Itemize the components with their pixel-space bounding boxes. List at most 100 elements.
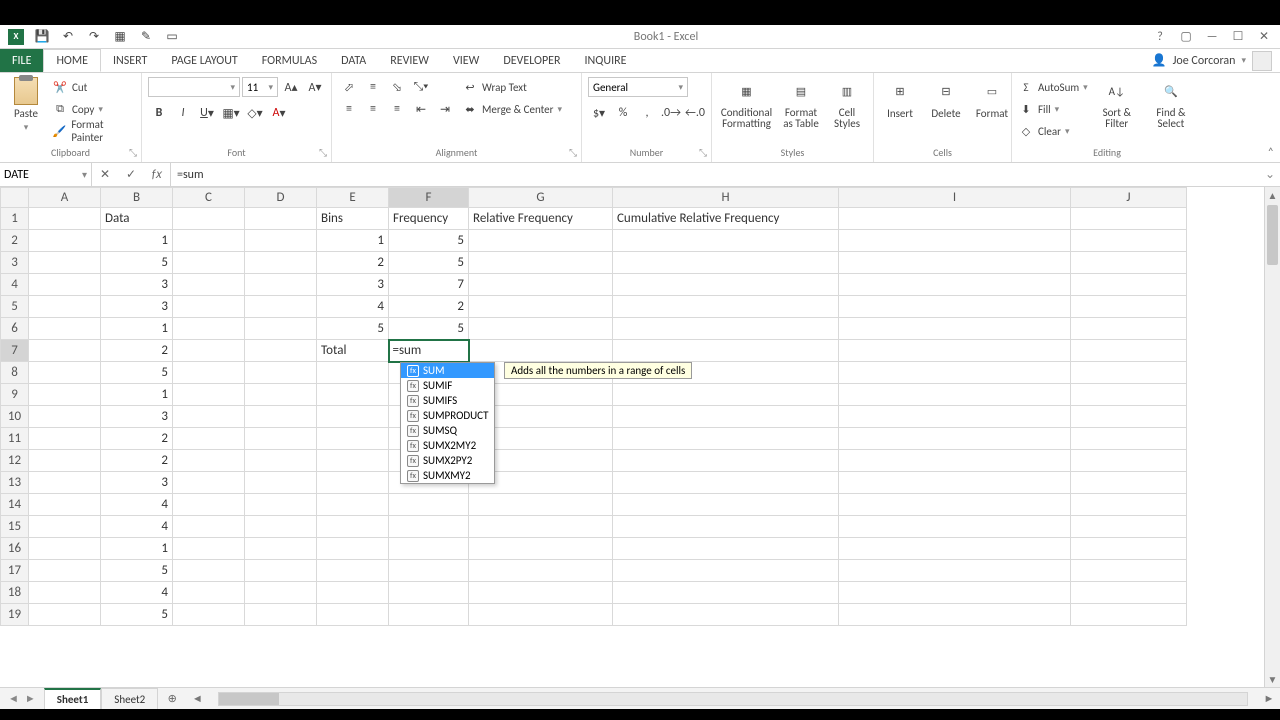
cell-G18[interactable] bbox=[469, 582, 613, 604]
cell-B17[interactable]: 5 bbox=[101, 560, 173, 582]
column-header-G[interactable]: G bbox=[469, 188, 613, 208]
cell-J9[interactable] bbox=[1071, 384, 1187, 406]
wrap-text-button[interactable]: ↩Wrap Text bbox=[462, 77, 562, 97]
tab-developer[interactable]: DEVELOPER bbox=[491, 49, 572, 72]
cell-H19[interactable] bbox=[613, 604, 839, 626]
scroll-thumb[interactable] bbox=[1267, 205, 1278, 265]
cell-J11[interactable] bbox=[1071, 428, 1187, 450]
sheet-tab-sheet2[interactable]: Sheet2 bbox=[101, 688, 158, 709]
cell-A14[interactable] bbox=[29, 494, 101, 516]
fill-color-button[interactable]: ◇▾ bbox=[244, 103, 266, 123]
format-as-table-button[interactable]: ▤Format as Table bbox=[781, 77, 821, 129]
cell-D9[interactable] bbox=[245, 384, 317, 406]
column-header-A[interactable]: A bbox=[29, 188, 101, 208]
cell-D13[interactable] bbox=[245, 472, 317, 494]
cell-E17[interactable] bbox=[317, 560, 389, 582]
cell-H10[interactable] bbox=[613, 406, 839, 428]
cell-I18[interactable] bbox=[839, 582, 1071, 604]
tab-insert[interactable]: INSERT bbox=[101, 49, 159, 72]
cell-I12[interactable] bbox=[839, 450, 1071, 472]
enter-formula-button[interactable]: ✓ bbox=[118, 163, 144, 186]
cell-C5[interactable] bbox=[173, 296, 245, 318]
cell-B18[interactable]: 4 bbox=[101, 582, 173, 604]
underline-button[interactable]: U▾ bbox=[196, 103, 218, 123]
fill-button[interactable]: ⬇Fill▾ bbox=[1018, 99, 1088, 119]
cell-A1[interactable] bbox=[29, 208, 101, 230]
cell-G14[interactable] bbox=[469, 494, 613, 516]
increase-font-button[interactable]: A▴ bbox=[280, 77, 302, 97]
row-header-1[interactable]: 1 bbox=[1, 208, 29, 230]
horizontal-scrollbar[interactable] bbox=[218, 692, 1248, 706]
cell-I14[interactable] bbox=[839, 494, 1071, 516]
hscroll-right-button[interactable]: ► bbox=[1262, 692, 1276, 705]
format-painter-button[interactable]: 🖌️Format Painter bbox=[52, 121, 135, 141]
cell-I2[interactable] bbox=[839, 230, 1071, 252]
align-top-button[interactable]: ⬀ bbox=[338, 77, 360, 97]
row-header-15[interactable]: 15 bbox=[1, 516, 29, 538]
cell-D1[interactable] bbox=[245, 208, 317, 230]
insert-function-button[interactable]: f𝑥 bbox=[144, 163, 170, 186]
tab-page-layout[interactable]: PAGE LAYOUT bbox=[159, 49, 249, 72]
percent-format-button[interactable]: % bbox=[612, 103, 634, 123]
cell-B2[interactable]: 1 bbox=[101, 230, 173, 252]
row-header-13[interactable]: 13 bbox=[1, 472, 29, 494]
cell-D7[interactable] bbox=[245, 340, 317, 362]
row-header-10[interactable]: 10 bbox=[1, 406, 29, 428]
cell-H4[interactable] bbox=[613, 274, 839, 296]
font-launcher[interactable]: ⤡ bbox=[317, 146, 329, 158]
cell-B9[interactable]: 1 bbox=[101, 384, 173, 406]
cell-H7[interactable] bbox=[613, 340, 839, 362]
cell-J17[interactable] bbox=[1071, 560, 1187, 582]
cell-J19[interactable] bbox=[1071, 604, 1187, 626]
cell-H9[interactable] bbox=[613, 384, 839, 406]
find-select-button[interactable]: 🔍Find & Select bbox=[1146, 77, 1196, 129]
increase-indent-button[interactable]: ⇥ bbox=[434, 99, 456, 119]
scroll-up-button[interactable]: ▲ bbox=[1265, 187, 1280, 203]
cell-C9[interactable] bbox=[173, 384, 245, 406]
cell-B15[interactable]: 4 bbox=[101, 516, 173, 538]
cell-C6[interactable] bbox=[173, 318, 245, 340]
alignment-launcher[interactable]: ⤡ bbox=[567, 146, 579, 158]
cell-I11[interactable] bbox=[839, 428, 1071, 450]
conditional-formatting-button[interactable]: ▦Conditional Formatting bbox=[718, 77, 775, 129]
cell-E2[interactable]: 1 bbox=[317, 230, 389, 252]
column-header-J[interactable]: J bbox=[1071, 188, 1187, 208]
cell-B12[interactable]: 2 bbox=[101, 450, 173, 472]
cell-E16[interactable] bbox=[317, 538, 389, 560]
cell-C8[interactable] bbox=[173, 362, 245, 384]
cancel-formula-button[interactable]: ✕ bbox=[92, 163, 118, 186]
cell-A16[interactable] bbox=[29, 538, 101, 560]
cell-A5[interactable] bbox=[29, 296, 101, 318]
cell-H6[interactable] bbox=[613, 318, 839, 340]
cell-A8[interactable] bbox=[29, 362, 101, 384]
cell-F6[interactable]: 5 bbox=[389, 318, 469, 340]
autocomplete-item-sumsq[interactable]: fxSUMSQ bbox=[401, 423, 494, 438]
cell-E5[interactable]: 4 bbox=[317, 296, 389, 318]
cell-A9[interactable] bbox=[29, 384, 101, 406]
row-header-8[interactable]: 8 bbox=[1, 362, 29, 384]
sheet-tab-sheet1[interactable]: Sheet1 bbox=[44, 688, 102, 709]
cell-A19[interactable] bbox=[29, 604, 101, 626]
tab-file[interactable]: FILE bbox=[0, 49, 43, 72]
row-header-11[interactable]: 11 bbox=[1, 428, 29, 450]
cell-D10[interactable] bbox=[245, 406, 317, 428]
cell-I3[interactable] bbox=[839, 252, 1071, 274]
row-header-18[interactable]: 18 bbox=[1, 582, 29, 604]
cell-I6[interactable] bbox=[839, 318, 1071, 340]
signed-in-user[interactable]: 👤Joe Corcoran▾ bbox=[1152, 49, 1280, 72]
cell-B5[interactable]: 3 bbox=[101, 296, 173, 318]
cell-J10[interactable] bbox=[1071, 406, 1187, 428]
clipboard-launcher[interactable]: ⤡ bbox=[127, 146, 139, 158]
cell-D3[interactable] bbox=[245, 252, 317, 274]
number-format-combo[interactable]: General▾ bbox=[588, 77, 688, 97]
cell-A2[interactable] bbox=[29, 230, 101, 252]
cell-E9[interactable] bbox=[317, 384, 389, 406]
increase-decimal-button[interactable]: .0→ bbox=[660, 103, 682, 123]
cell-J8[interactable] bbox=[1071, 362, 1187, 384]
cell-H2[interactable] bbox=[613, 230, 839, 252]
formula-autocomplete-popup[interactable]: fxSUMfxSUMIFfxSUMIFSfxSUMPRODUCTfxSUMSQf… bbox=[400, 362, 495, 484]
cell-C17[interactable] bbox=[173, 560, 245, 582]
vertical-scrollbar[interactable]: ▲ ▼ bbox=[1264, 187, 1280, 687]
cell-F16[interactable] bbox=[389, 538, 469, 560]
cell-D2[interactable] bbox=[245, 230, 317, 252]
